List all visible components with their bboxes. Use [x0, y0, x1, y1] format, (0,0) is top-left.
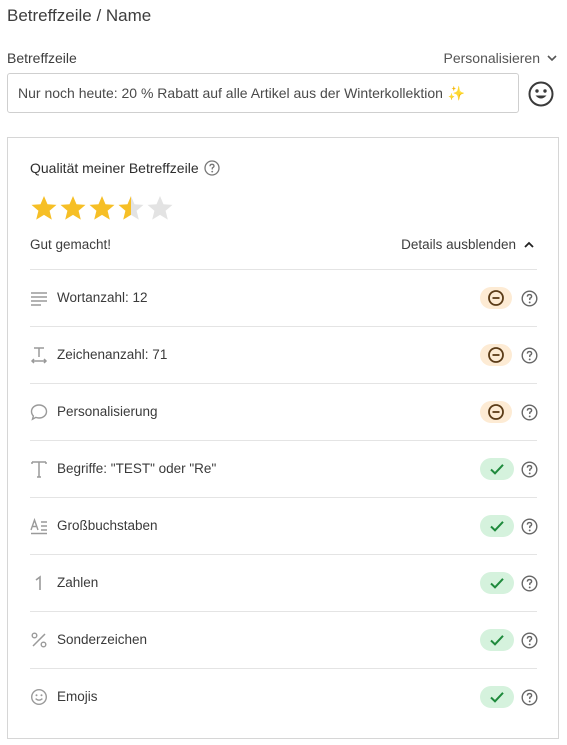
- quality-heading: Qualität meiner Betreffzeile: [30, 160, 220, 176]
- chevron-up-icon: [524, 241, 534, 248]
- rating-text: Gut gemacht!: [30, 237, 112, 252]
- uppercase-icon: [30, 517, 47, 535]
- check-icon: [490, 635, 504, 646]
- help-icon[interactable]: [521, 575, 538, 592]
- help-icon[interactable]: [521, 689, 538, 706]
- status-ok-badge: [480, 629, 514, 651]
- toggle-details-button[interactable]: Details ausblenden: [401, 237, 535, 252]
- subject-field-label: Betreffzeile: [7, 50, 77, 66]
- criterion-row: Zahlen: [30, 554, 538, 611]
- criterion-row: Sonderzeichen: [30, 611, 538, 668]
- check-icon: [490, 464, 504, 475]
- help-icon[interactable]: [521, 518, 538, 535]
- minus-circle-icon: [488, 347, 504, 363]
- criteria-list: Wortanzahl: 12 Zeichenanzahl: 71 Personali…: [30, 269, 538, 725]
- star-rating: [30, 194, 174, 222]
- personalize-dropdown[interactable]: Personalisieren: [444, 50, 559, 66]
- help-icon[interactable]: [521, 404, 538, 421]
- status-ok-badge: [480, 686, 514, 708]
- sparkle-emoji: ✨: [447, 84, 466, 101]
- criterion-row: Wortanzahl: 12: [30, 269, 538, 326]
- criterion-label: Wortanzahl: 12: [57, 290, 148, 305]
- text-width-icon: [30, 347, 48, 364]
- criterion-row: Emojis: [30, 668, 538, 725]
- status-ok-badge: [480, 458, 514, 480]
- help-icon[interactable]: [521, 632, 538, 649]
- percent-icon: [31, 632, 47, 648]
- criterion-label: Zeichenanzahl: 71: [57, 347, 168, 362]
- quality-panel: Qualität meiner Betreffzeile Gut gemacht…: [7, 137, 559, 739]
- star-empty-icon: [147, 196, 173, 220]
- subject-input[interactable]: Nur noch heute: 20 % Rabatt auf alle Art…: [7, 73, 519, 113]
- help-icon[interactable]: [521, 290, 538, 307]
- criterion-label: Emojis: [57, 689, 98, 704]
- status-warning-badge: [480, 287, 512, 309]
- page-title: Betreffzeile / Name: [7, 6, 152, 25]
- help-icon[interactable]: [203, 160, 220, 176]
- criterion-row: Zeichenanzahl: 71: [30, 326, 538, 383]
- toggle-details-label: Details ausblenden: [401, 237, 516, 252]
- star-filled-icon: [31, 196, 57, 220]
- status-warning-badge: [480, 401, 512, 423]
- criterion-row: Begriffe: "TEST" oder "Re": [30, 440, 538, 497]
- check-icon: [490, 578, 504, 589]
- criterion-row: Großbuchstaben: [30, 497, 538, 554]
- number-one-icon: [35, 575, 41, 590]
- star-half-icon: [118, 196, 144, 220]
- star-filled-icon: [89, 196, 115, 220]
- help-icon[interactable]: [521, 461, 538, 478]
- star-filled-icon: [60, 196, 86, 220]
- criterion-row: Personalisierung: [30, 383, 538, 440]
- quality-title: Qualität meiner Betreffzeile: [30, 160, 199, 176]
- help-icon[interactable]: [521, 347, 538, 364]
- criterion-label: Sonderzeichen: [57, 632, 148, 647]
- criterion-label: Großbuchstaben: [57, 518, 158, 533]
- check-icon: [490, 692, 504, 703]
- emoji-picker-button[interactable]: [527, 80, 555, 108]
- personalize-label: Personalisieren: [443, 50, 541, 66]
- minus-circle-icon: [488, 290, 504, 306]
- speech-bubble-icon: [30, 404, 48, 421]
- subject-input-value: Nur noch heute: 20 % Rabatt auf alle Art…: [18, 85, 443, 101]
- status-ok-badge: [480, 515, 514, 537]
- smiley-icon: [30, 688, 48, 706]
- letter-t-icon: [31, 461, 47, 478]
- status-ok-badge: [480, 572, 514, 594]
- criterion-label: Begriffe: "TEST" oder "Re": [57, 461, 217, 476]
- check-icon: [490, 521, 504, 532]
- chevron-down-icon: [547, 55, 557, 62]
- criterion-label: Zahlen: [57, 575, 99, 590]
- text-lines-icon: [31, 292, 47, 306]
- criterion-label: Personalisierung: [57, 404, 158, 419]
- minus-circle-icon: [488, 404, 504, 420]
- status-warning-badge: [480, 344, 512, 366]
